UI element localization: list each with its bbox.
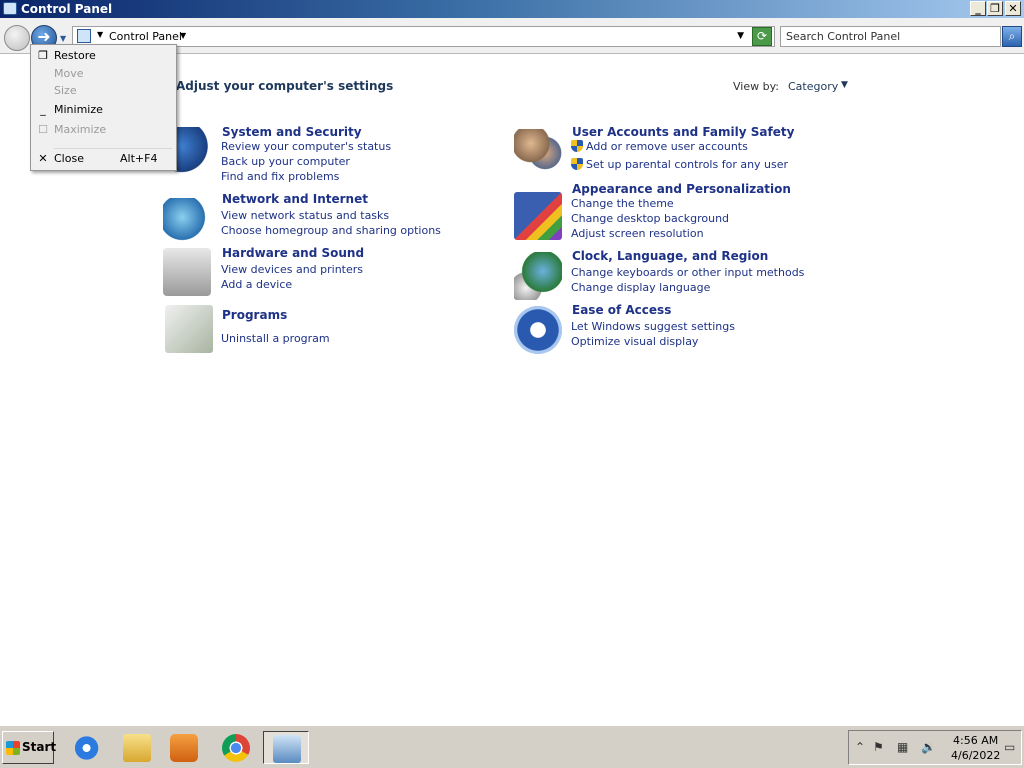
category-title[interactable]: Hardware and Sound	[222, 246, 364, 260]
menu-item-move: Move	[31, 65, 176, 83]
volume-icon[interactable]: 🔉	[921, 740, 936, 754]
page-title: Adjust your computer's settings	[176, 79, 394, 93]
system-menu: ❐ Restore Move Size _ Minimize ☐ Maximiz…	[30, 44, 177, 171]
category-link[interactable]: Back up your computer	[221, 155, 350, 168]
category-link[interactable]: Change keyboards or other input methods	[571, 266, 804, 279]
uac-shield-icon	[571, 140, 583, 152]
search-icon[interactable]: ⌕	[1002, 26, 1022, 47]
category-title[interactable]: Programs	[222, 308, 287, 322]
menu-item-label: Maximize	[54, 123, 107, 136]
close-button[interactable]: ✕	[1005, 1, 1021, 16]
category-link[interactable]: Review your computer's status	[221, 140, 391, 153]
programs-icon[interactable]	[165, 305, 213, 353]
category-link[interactable]: Choose homegroup and sharing options	[221, 224, 441, 237]
action-center-flag-icon[interactable]: ⚑	[873, 740, 884, 754]
title-bar: Control Panel _ ❐ ✕	[0, 0, 1024, 18]
category-link[interactable]: Optimize visual display	[571, 335, 698, 348]
uac-shield-icon	[571, 158, 583, 170]
recent-pages-arrow-icon[interactable]: ▼	[60, 34, 66, 43]
folder-icon[interactable]	[114, 731, 160, 764]
window-title: Control Panel	[21, 2, 113, 16]
category-link[interactable]: Uninstall a program	[221, 332, 330, 345]
category-link[interactable]: Set up parental controls for any user	[571, 158, 788, 171]
category-link[interactable]: Change the theme	[571, 197, 674, 210]
chevron-down-icon[interactable]: ▼	[841, 80, 848, 90]
address-history-arrow-icon[interactable]: ▼	[737, 31, 744, 41]
minimize-button[interactable]: _	[970, 1, 986, 16]
view-by-label: View by:	[733, 80, 779, 93]
address-field[interactable]: ▼ Control Panel ▼ ▼	[72, 26, 775, 47]
show-desktop-icon[interactable]: ▭	[1004, 740, 1015, 754]
search-input[interactable]: Search Control Panel	[780, 26, 1001, 47]
chrome-icon[interactable]	[213, 731, 259, 764]
link-text: Add or remove user accounts	[586, 140, 748, 153]
start-label: Start	[22, 740, 57, 754]
windows-logo-icon	[6, 741, 20, 755]
category-title[interactable]: Network and Internet	[222, 192, 368, 206]
category-title[interactable]: System and Security	[222, 125, 362, 139]
start-button[interactable]: Start	[2, 731, 57, 764]
category-link[interactable]: Change desktop background	[571, 212, 729, 225]
menu-item-label: Minimize	[54, 103, 103, 116]
category-link[interactable]: Add a device	[221, 278, 292, 291]
category-title[interactable]: User Accounts and Family Safety	[572, 125, 794, 139]
monitor-paint-icon[interactable]	[514, 192, 562, 240]
clock-date[interactable]: 4/6/2022	[951, 749, 1000, 762]
menu-item-maximize: ☐ Maximize	[31, 121, 176, 139]
control-panel-icon	[77, 29, 91, 43]
media-player-icon[interactable]	[161, 731, 207, 764]
chevron-down-icon[interactable]: ▼	[180, 31, 186, 40]
menu-item-minimize[interactable]: _ Minimize	[31, 101, 176, 119]
maximize-icon: ☐	[38, 123, 48, 136]
category-title[interactable]: Ease of Access	[572, 303, 671, 317]
view-by-select[interactable]: Category	[788, 80, 838, 93]
printer-icon[interactable]	[163, 248, 211, 296]
restore-icon: ❐	[38, 49, 48, 62]
menu-item-size: Size	[31, 82, 176, 100]
category-link[interactable]: View devices and printers	[221, 263, 363, 276]
menu-item-label: Move	[54, 67, 84, 80]
show-hidden-icons-icon[interactable]: ⌃	[855, 740, 865, 754]
back-button[interactable]	[4, 25, 30, 51]
users-icon[interactable]	[514, 129, 562, 177]
menu-item-label: Close	[54, 152, 84, 165]
category-link[interactable]: Adjust screen resolution	[571, 227, 704, 240]
menu-item-label: Size	[54, 84, 77, 97]
close-icon: ✕	[38, 152, 48, 165]
minimize-icon: _	[40, 103, 46, 116]
chevron-down-icon[interactable]: ▼	[97, 30, 103, 39]
accessibility-icon[interactable]	[514, 306, 562, 354]
menu-item-close[interactable]: ✕ Close Alt+F4	[31, 150, 176, 168]
control-panel-icon[interactable]	[263, 731, 309, 764]
category-title[interactable]: Appearance and Personalization	[572, 182, 791, 196]
breadcrumb[interactable]: Control Panel	[109, 30, 182, 43]
restore-button[interactable]: ❐	[987, 1, 1003, 16]
category-link[interactable]: Add or remove user accounts	[571, 140, 748, 153]
category-link[interactable]: Let Windows suggest settings	[571, 320, 735, 333]
menu-item-restore[interactable]: ❐ Restore	[31, 47, 176, 65]
category-title[interactable]: Clock, Language, and Region	[572, 249, 768, 263]
category-link[interactable]: Find and fix problems	[221, 170, 339, 183]
globe-network-icon[interactable]	[163, 198, 211, 246]
internet-explorer-icon[interactable]	[65, 731, 111, 764]
menu-shortcut: Alt+F4	[120, 152, 158, 165]
category-link[interactable]: Change display language	[571, 281, 710, 294]
network-icon[interactable]: ▦	[897, 740, 908, 754]
clock-globe-icon[interactable]	[514, 252, 562, 300]
control-panel-icon[interactable]	[3, 2, 17, 15]
category-link[interactable]: View network status and tasks	[221, 209, 389, 222]
refresh-button[interactable]: ⟳	[752, 27, 772, 46]
clock-time[interactable]: 4:56 AM	[953, 734, 998, 747]
menu-item-label: Restore	[54, 49, 96, 62]
taskbar: Start ⌃ ⚑ ▦ 🔉 ▭ 4:56 AM 4/6/2022	[0, 725, 1024, 768]
menu-separator	[54, 148, 172, 149]
link-text: Set up parental controls for any user	[586, 158, 789, 171]
